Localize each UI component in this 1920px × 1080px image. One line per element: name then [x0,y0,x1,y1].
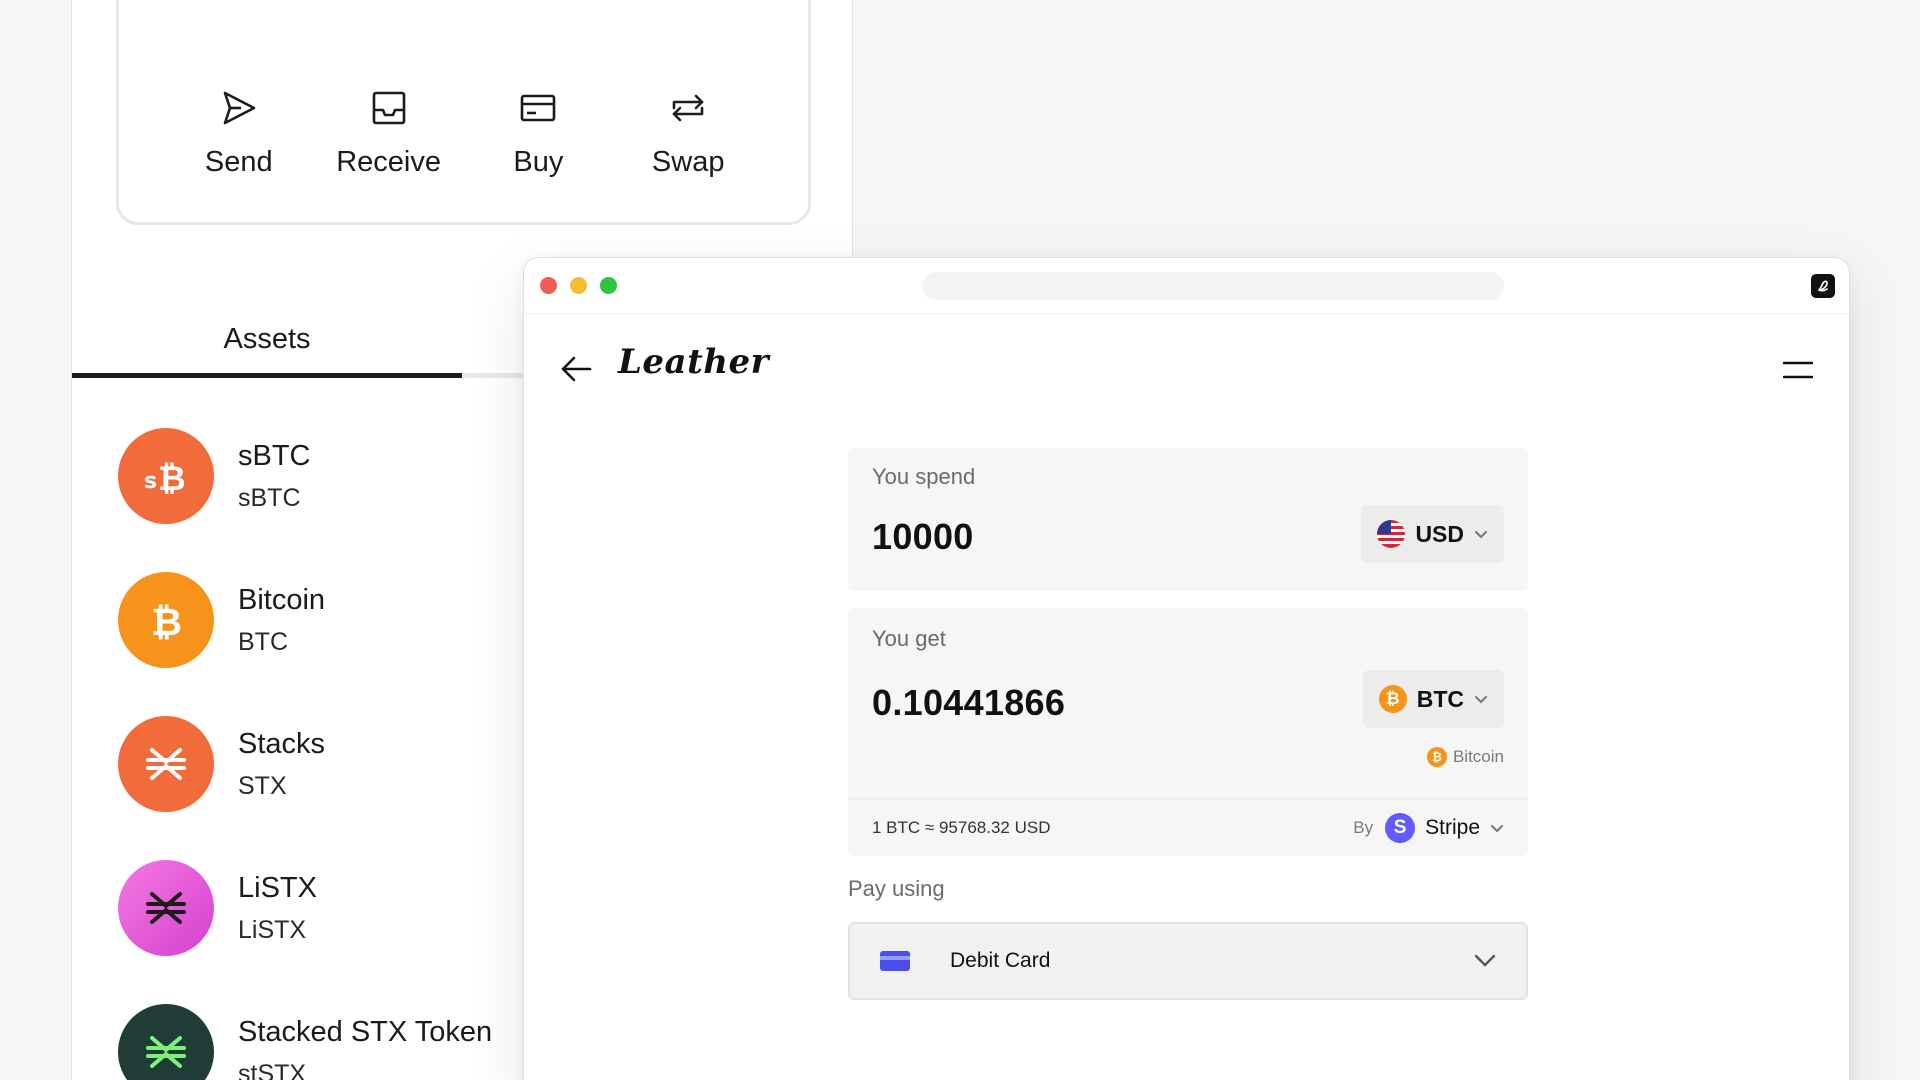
inbox-icon [372,91,405,125]
exchange-rate: 1 BTC ≈ 95768.32 USD [872,818,1051,837]
bitcoin-network-icon: ₿ [1426,747,1447,767]
provider-select[interactable]: By S Stripe [1353,813,1504,843]
credit-card-icon [521,94,556,122]
asset-row-bitcoin[interactable]: ₿ Bitcoin BTC [118,572,578,668]
chevron-down-icon [1475,696,1487,704]
maximize-window-button[interactable] [600,277,617,294]
chevron-down-icon [1474,954,1496,967]
tab-assets-label: Assets [223,322,311,355]
minimize-window-button[interactable] [570,277,587,294]
close-window-button[interactable] [540,277,557,294]
asset-row-stacks[interactable]: Stacks STX [118,716,578,812]
buy-form: You spend 10000 USD You get 0.10441866 ₿… [848,448,1528,1000]
listx-icon [118,860,214,956]
network-badge: ₿ Bitcoin [1426,747,1504,767]
svg-text:s: s [144,469,157,494]
us-flag-icon [1377,520,1406,548]
sbtc-icon: s ₿ [118,428,214,524]
chevron-down-icon [1491,825,1503,833]
asset-symbol: BTC [238,627,288,656]
tab-assets[interactable]: Assets [72,300,462,378]
leather-logo: Leather [618,342,770,382]
asset-symbol: STX [238,771,287,800]
hamburger-menu-icon[interactable] [1783,358,1813,382]
get-amount: 0.10441866 [872,682,1066,723]
spend-currency-label: USD [1415,520,1464,547]
chevron-down-icon [1475,531,1487,539]
asset-row-sbtc[interactable]: s ₿ sBTC sBTC [118,428,578,524]
provider-prefix: By [1353,818,1374,837]
back-arrow-icon[interactable] [560,354,592,384]
svg-text:₿: ₿ [158,459,186,499]
asset-row-ststx[interactable]: Stacked STX Token stSTX [118,1004,578,1080]
active-tab-indicator [72,373,462,378]
spend-currency-select[interactable]: USD [1361,505,1504,563]
send-label: Send [204,146,273,178]
asset-name: Stacks [238,728,326,761]
get-panel: You get 0.10441866 ₿ BTC ₿ Bitcoin 1 BTC… [848,608,1528,856]
ststx-icon [118,1004,214,1080]
buy-label: Buy [513,146,564,178]
asset-name: LiSTX [238,872,317,905]
asset-name: Stacked STX Token [238,1016,493,1049]
provider-name: Stripe [1425,816,1480,839]
bitcoin-icon: ₿ [1378,685,1407,713]
action-card: Send Receive Buy Swap [116,0,811,225]
spend-panel: You spend 10000 USD [848,448,1528,591]
window-titlebar [524,258,1849,314]
get-currency-label: BTC [1416,685,1464,712]
payment-method-select[interactable]: Debit Card [848,922,1528,1000]
get-label: You get [872,626,946,651]
send-button[interactable]: Send [169,88,309,179]
spend-amount-input[interactable]: 10000 [872,516,974,558]
swap-icon [672,94,704,122]
leather-extension-icon[interactable] [1811,274,1835,298]
stacks-icon [118,716,214,812]
address-bar[interactable] [922,272,1504,300]
asset-name: sBTC [238,440,311,473]
debit-card-icon [880,951,910,971]
asset-symbol: LiSTX [238,915,307,944]
asset-name: Bitcoin [238,584,326,617]
spend-label: You spend [872,464,976,489]
pay-using-label: Pay using [848,876,945,901]
swap-label: Swap [651,146,725,178]
receive-button[interactable]: Receive [319,88,459,179]
action-bar: Send Receive Buy Swap [119,88,808,179]
buy-button[interactable]: Buy [468,88,608,179]
svg-text:₿: ₿ [151,600,182,644]
payment-method-label: Debit Card [950,949,1051,972]
receive-label: Receive [336,146,441,178]
asset-symbol: stSTX [238,1059,307,1080]
rate-row: 1 BTC ≈ 95768.32 USD By S Stripe [848,798,1528,856]
send-icon [223,91,256,125]
bitcoin-icon: ₿ [118,572,214,668]
app-header: Leather [524,314,1849,424]
stripe-icon: S [1385,813,1416,843]
network-label: Bitcoin [1452,747,1504,766]
browser-window: Leather You spend 10000 USD You get 0.10… [523,257,1850,1080]
swap-button[interactable]: Swap [618,88,758,179]
get-currency-select[interactable]: ₿ BTC [1362,670,1504,728]
asset-symbol: sBTC [238,483,301,512]
asset-row-listx[interactable]: LiSTX LiSTX [118,860,578,956]
